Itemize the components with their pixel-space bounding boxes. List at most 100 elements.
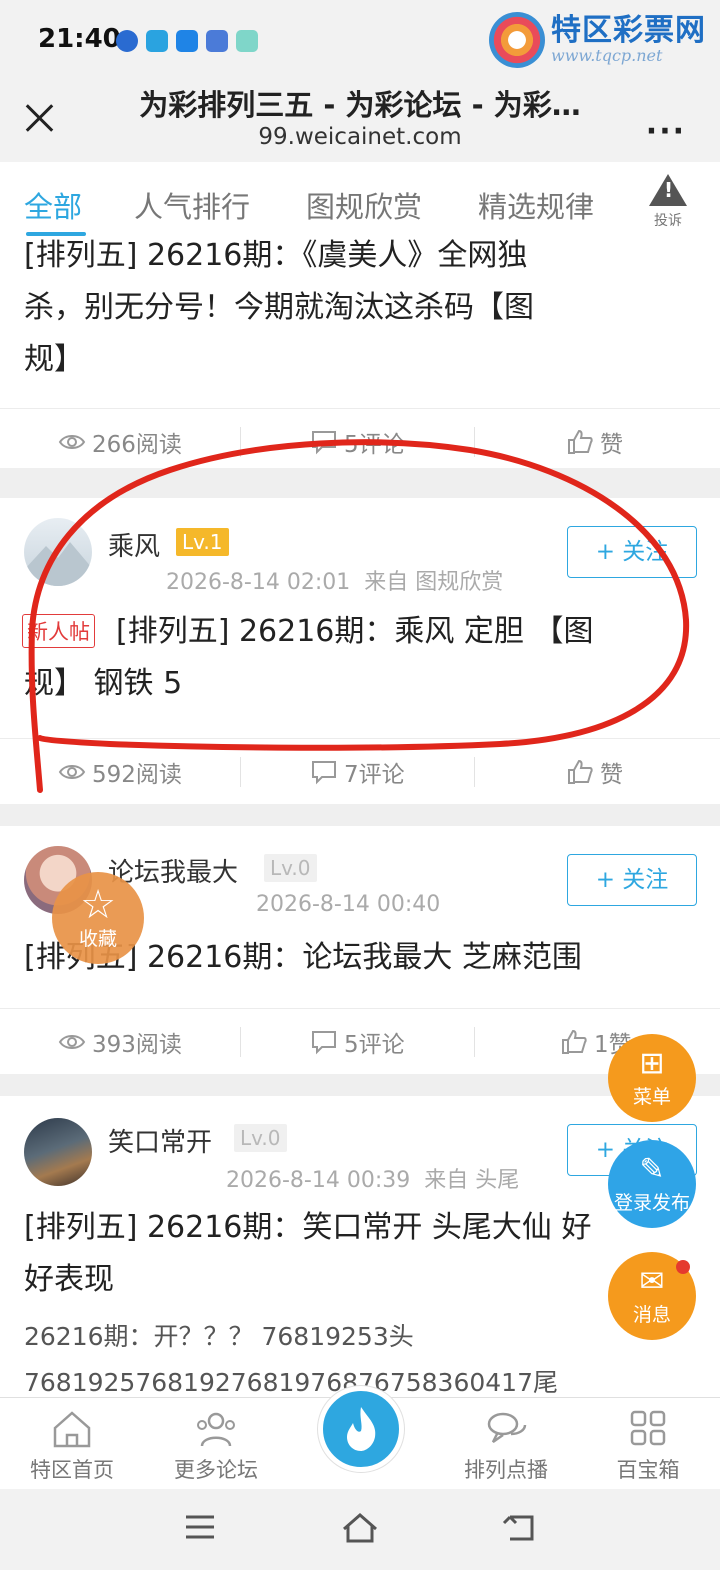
nav-toolbox[interactable]: 百宝箱 bbox=[588, 1408, 708, 1484]
grid-icon: ⊞ bbox=[639, 1046, 665, 1081]
read-count-text: 266阅读 bbox=[92, 432, 182, 458]
like-button[interactable]: 赞 bbox=[566, 755, 623, 789]
tab-selected-rules[interactable]: 精选规律 bbox=[478, 184, 594, 226]
post-title[interactable]: [排列五] 26216期：乘风 定胆 【图 规】 钢铁 5 bbox=[24, 606, 593, 710]
post-title-line: [排列五] 26216期：《虞美人》全网独 bbox=[24, 238, 528, 273]
recent-apps-icon[interactable] bbox=[182, 1511, 218, 1543]
favorite-button[interactable]: ☆ 收藏 bbox=[52, 872, 144, 964]
level-badge: Lv.0 bbox=[234, 1124, 287, 1152]
post-title-line: [排列五] 26216期：笑口常开 头尾大仙 好 bbox=[24, 1210, 592, 1245]
post-source: 来自 头尾 bbox=[424, 1168, 520, 1193]
tab-popularity[interactable]: 人气排行 bbox=[134, 184, 250, 226]
read-count: 266阅读 bbox=[58, 425, 182, 459]
notification-icons bbox=[116, 30, 258, 52]
post-stats: 592阅读 7评论 赞 bbox=[0, 738, 720, 804]
flame-icon bbox=[347, 1407, 376, 1451]
comment-icon bbox=[312, 431, 336, 455]
post-title-line: 规】 钢铁 5 bbox=[24, 666, 183, 701]
comment-button[interactable]: 5评论 bbox=[310, 1025, 405, 1059]
eye-icon bbox=[58, 435, 86, 449]
post-stats: 266阅读 5评论 赞 bbox=[0, 408, 720, 474]
post-time: 2026-8-14 00:39 bbox=[226, 1168, 411, 1193]
home-system-icon[interactable] bbox=[340, 1511, 380, 1545]
post-title[interactable]: [排列五] 26216期：《虞美人》全网独 杀，别无分号！今期就淘汰这杀码【图 … bbox=[24, 230, 534, 386]
post-card[interactable]: [排列五] 26216期：《虞美人》全网独 杀，别无分号！今期就淘汰这杀码【图 … bbox=[0, 238, 720, 468]
messages-button[interactable]: ✉ 消息 bbox=[608, 1252, 696, 1340]
thumbs-up-icon bbox=[562, 1029, 587, 1054]
watermark-url: www.tqcp.net bbox=[551, 46, 663, 65]
tab-chart-gallery[interactable]: 图规欣赏 bbox=[306, 184, 422, 226]
post-title-line: 规】 bbox=[24, 342, 84, 377]
read-count-text: 393阅读 bbox=[92, 1032, 182, 1058]
page-url: 99.weicainet.com bbox=[258, 124, 462, 150]
nav-toolbox-label: 百宝箱 bbox=[616, 1458, 680, 1482]
read-count: 393阅读 bbox=[58, 1025, 182, 1059]
paw-app-icon bbox=[116, 30, 138, 52]
divider bbox=[240, 427, 241, 457]
chat-app-icon bbox=[236, 30, 258, 52]
status-bar: 21:40 特区彩票网 www.tqcp.net bbox=[0, 0, 720, 78]
favorite-label: 收藏 bbox=[78, 928, 117, 950]
unread-dot bbox=[676, 1260, 690, 1274]
report-button[interactable]: 投诉 bbox=[642, 174, 694, 230]
post-excerpt-line: 26216期：开？？？ 76819253头 bbox=[24, 1322, 414, 1351]
file-app-icon bbox=[206, 30, 228, 52]
nav-more-forums[interactable]: 更多论坛 bbox=[156, 1408, 276, 1484]
back-icon[interactable] bbox=[500, 1511, 538, 1543]
post-meta: 2026-8-14 00:39 来自 头尾 bbox=[226, 1162, 519, 1194]
author-name[interactable]: 乘风 bbox=[108, 526, 160, 563]
nav-draw-broadcast-label: 排列点播 bbox=[464, 1458, 548, 1482]
like-button[interactable]: 赞 bbox=[566, 425, 623, 459]
login-post-button[interactable]: ✎ 登录发布 bbox=[608, 1140, 696, 1228]
divider bbox=[474, 427, 475, 457]
close-icon[interactable] bbox=[22, 100, 56, 134]
avatar[interactable] bbox=[24, 1118, 92, 1186]
more-options-icon[interactable]: ··· bbox=[646, 114, 686, 149]
comment-button[interactable]: 7评论 bbox=[310, 755, 405, 789]
post-excerpt: 26216期：开？？？ 76819253头 768192576819276819… bbox=[24, 1314, 558, 1406]
messages-label: 消息 bbox=[632, 1304, 671, 1326]
divider bbox=[474, 1027, 475, 1057]
avatar[interactable] bbox=[24, 518, 92, 586]
star-icon: ☆ bbox=[80, 882, 116, 928]
category-tabs: 全部 人气排行 图规欣赏 精选规律 投诉 bbox=[0, 162, 720, 240]
system-navigation-bar bbox=[0, 1489, 720, 1570]
page-title: 为彩排列三五 - 为彩论坛 - 为彩… bbox=[139, 88, 581, 122]
browser-app-icon bbox=[176, 30, 198, 52]
tab-all[interactable]: 全部 bbox=[24, 184, 82, 226]
follow-button[interactable]: + 关注 bbox=[567, 854, 697, 906]
hot-button[interactable] bbox=[318, 1386, 404, 1472]
author-name[interactable]: 笑口常开 bbox=[108, 1122, 212, 1159]
nav-draw-broadcast[interactable]: 排列点播 bbox=[446, 1408, 566, 1484]
comment-count-text: 5评论 bbox=[344, 1032, 405, 1058]
post-time: 2026-8-14 02:01 bbox=[166, 570, 351, 595]
level-badge: Lv.1 bbox=[176, 528, 229, 556]
level-badge: Lv.0 bbox=[264, 854, 317, 882]
apps-grid-icon bbox=[630, 1410, 666, 1446]
watermark: 特区彩票网 www.tqcp.net bbox=[489, 10, 706, 70]
home-icon bbox=[53, 1411, 91, 1448]
divider bbox=[240, 757, 241, 787]
edit-icon: ✎ bbox=[639, 1152, 665, 1187]
eye-icon bbox=[58, 765, 86, 779]
menu-button[interactable]: ⊞ 菜单 bbox=[608, 1034, 696, 1122]
telegram-icon bbox=[146, 30, 168, 52]
post-time: 2026-8-14 00:40 bbox=[256, 892, 441, 917]
report-label: 投诉 bbox=[654, 213, 682, 229]
browser-title-bar: 为彩排列三五 - 为彩论坛 - 为彩… 99.weicainet.com ··· bbox=[0, 78, 720, 162]
bottom-navigation: 特区首页 更多论坛 排列点播 百宝箱 bbox=[0, 1386, 720, 1489]
post-card[interactable]: 乘风 Lv.1 2026-8-14 02:01 来自 图规欣赏 + 关注 新人帖… bbox=[0, 498, 720, 804]
post-title[interactable]: [排列五] 26216期：笑口常开 头尾大仙 好 好表现 bbox=[24, 1202, 591, 1306]
follow-button[interactable]: + 关注 bbox=[567, 526, 697, 578]
post-title-line: [排列五] 26216期：乘风 定胆 【图 bbox=[116, 614, 594, 649]
nav-home[interactable]: 特区首页 bbox=[12, 1408, 132, 1484]
like-count-text: 赞 bbox=[600, 432, 623, 458]
read-count-text: 592阅读 bbox=[92, 762, 182, 788]
login-post-label: 登录发布 bbox=[613, 1192, 690, 1214]
users-icon bbox=[197, 1412, 235, 1447]
warning-icon bbox=[649, 174, 687, 206]
comment-button[interactable]: 5评论 bbox=[310, 425, 405, 459]
divider bbox=[474, 757, 475, 787]
post-meta: 2026-8-14 02:01 来自 图规欣赏 bbox=[166, 564, 503, 596]
thumbs-up-icon bbox=[568, 759, 593, 784]
